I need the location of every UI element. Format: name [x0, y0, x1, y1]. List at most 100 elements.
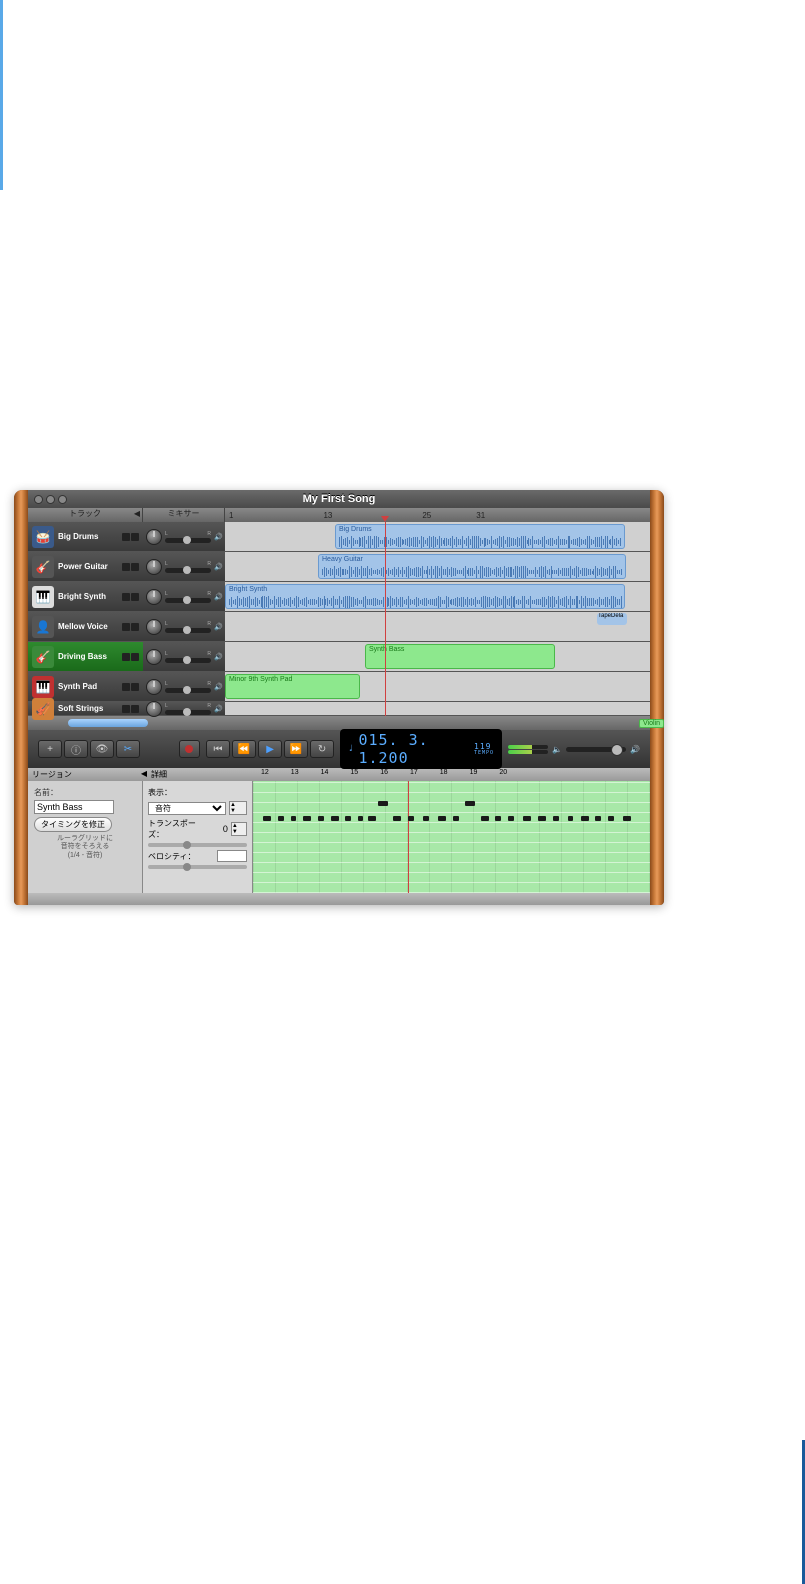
pan-knob[interactable]	[146, 559, 162, 575]
editor-scrollbar[interactable]	[28, 893, 650, 905]
velocity-value[interactable]	[217, 850, 247, 862]
track-row[interactable]: 🎹 Synth Pad LR 🔊 Minor 9th Synth Pad	[28, 672, 650, 702]
record-button[interactable]	[179, 740, 200, 758]
track-timeline[interactable]: Synth Bass	[225, 642, 650, 671]
collapse-tracks-icon[interactable]: ◀	[134, 509, 140, 518]
midi-note[interactable]	[623, 816, 631, 821]
piano-roll[interactable]	[253, 781, 650, 893]
track-timeline[interactable]: Bright Synth	[225, 582, 650, 611]
scroll-thumb[interactable]	[68, 719, 148, 727]
detail-tab[interactable]: 詳細	[147, 769, 257, 780]
track-header[interactable]: 🎹 Synth Pad	[28, 672, 143, 701]
mute-button[interactable]	[122, 533, 130, 541]
track-timeline[interactable]: Big Drums	[225, 522, 650, 551]
midi-note[interactable]	[263, 816, 271, 821]
solo-button[interactable]	[131, 683, 139, 691]
fast-forward-button[interactable]: ⏩	[284, 740, 308, 758]
pan-knob[interactable]	[146, 701, 162, 717]
audio-region[interactable]: Bright Synth	[225, 584, 625, 609]
minimize-button[interactable]	[46, 495, 55, 504]
solo-button[interactable]	[131, 653, 139, 661]
midi-note[interactable]	[538, 816, 546, 821]
cycle-button[interactable]: ↻	[310, 740, 334, 758]
track-row[interactable]: 🎻 Soft Strings LR 🔊	[28, 702, 650, 716]
midi-note[interactable]	[523, 816, 531, 821]
editor-playhead[interactable]	[408, 781, 409, 893]
lcd-display[interactable]: ♩ 015. 3. 1.200 119 TEMPO	[340, 729, 502, 769]
midi-note[interactable]	[581, 816, 589, 821]
midi-note[interactable]	[553, 816, 559, 821]
play-button[interactable]: ▶	[258, 740, 282, 758]
midi-note[interactable]	[508, 816, 514, 821]
piano-roll-ruler[interactable]: 1213 1415 1617 1819 20	[257, 769, 646, 780]
track-info-button[interactable]: ⓘ	[64, 740, 88, 758]
midi-region[interactable]: Synth Bass	[365, 644, 555, 669]
close-button[interactable]	[34, 495, 43, 504]
midi-note[interactable]	[595, 816, 601, 821]
track-row[interactable]: 🥁 Big Drums LR 🔊 Big Drums	[28, 522, 650, 552]
pan-knob[interactable]	[146, 529, 162, 545]
midi-note[interactable]	[568, 816, 573, 821]
master-volume-slider[interactable]	[566, 747, 626, 752]
pan-knob[interactable]	[146, 619, 162, 635]
mute-button[interactable]	[122, 623, 130, 631]
midi-note[interactable]	[345, 816, 351, 821]
midi-note[interactable]	[331, 816, 339, 821]
mute-button[interactable]	[122, 593, 130, 601]
track-header[interactable]: 🎹 Bright Synth	[28, 582, 143, 611]
track-row[interactable]: 🎸 Driving Bass LR 🔊 Synth Bass	[28, 642, 650, 672]
midi-note[interactable]	[481, 816, 489, 821]
midi-note[interactable]	[291, 816, 296, 821]
mute-button[interactable]	[122, 683, 130, 691]
solo-button[interactable]	[131, 533, 139, 541]
mute-button[interactable]	[122, 563, 130, 571]
track-timeline[interactable]: TapeDela	[225, 612, 650, 641]
audio-region[interactable]: Big Drums	[335, 524, 625, 549]
track-timeline[interactable]	[225, 702, 650, 715]
titlebar[interactable]: My First Song	[28, 490, 650, 508]
pan-knob[interactable]	[146, 589, 162, 605]
track-header[interactable]: 🎸 Power Guitar	[28, 552, 143, 581]
track-header[interactable]: 🥁 Big Drums	[28, 522, 143, 551]
midi-note[interactable]	[393, 816, 401, 821]
midi-note[interactable]	[378, 801, 388, 806]
volume-slider[interactable]	[165, 658, 211, 663]
horizontal-scrollbar[interactable]: Violin	[28, 716, 650, 730]
add-track-button[interactable]: +	[38, 740, 62, 758]
volume-slider[interactable]	[165, 598, 211, 603]
go-to-start-button[interactable]: ⏮	[206, 740, 230, 758]
rewind-button[interactable]: ⏪	[232, 740, 256, 758]
track-row[interactable]: 🎸 Power Guitar LR 🔊 Heavy Guitar	[28, 552, 650, 582]
midi-region[interactable]: Minor 9th Synth Pad	[225, 674, 360, 699]
midi-note[interactable]	[453, 816, 459, 821]
midi-note[interactable]	[368, 816, 376, 821]
track-row[interactable]: 👤 Mellow Voice LR 🔊 TapeDela	[28, 612, 650, 642]
timeline-ruler[interactable]: 1 13 25 31	[225, 508, 650, 522]
midi-note[interactable]	[318, 816, 324, 821]
solo-button[interactable]	[131, 705, 139, 713]
volume-slider[interactable]	[165, 538, 211, 543]
editor-button[interactable]: ✂	[116, 740, 140, 758]
solo-button[interactable]	[131, 623, 139, 631]
pan-knob[interactable]	[146, 649, 162, 665]
track-header[interactable]: 🎻 Soft Strings	[28, 702, 143, 715]
midi-note[interactable]	[278, 816, 284, 821]
tape-region[interactable]: TapeDela	[597, 613, 627, 625]
fix-timing-button[interactable]: タイミングを修正	[34, 817, 112, 832]
velocity-slider[interactable]	[148, 865, 247, 869]
pan-knob[interactable]	[146, 679, 162, 695]
midi-note[interactable]	[495, 816, 501, 821]
mute-button[interactable]	[122, 653, 130, 661]
track-timeline[interactable]: Heavy Guitar	[225, 552, 650, 581]
solo-button[interactable]	[131, 593, 139, 601]
midi-note[interactable]	[608, 816, 614, 821]
zoom-button[interactable]	[58, 495, 67, 504]
volume-slider[interactable]	[165, 628, 211, 633]
midi-note[interactable]	[465, 801, 475, 806]
display-select[interactable]: 音符	[148, 802, 226, 815]
region-name-input[interactable]	[34, 800, 114, 814]
region-tab[interactable]: リージョン ◀	[32, 769, 147, 780]
solo-button[interactable]	[131, 563, 139, 571]
midi-note[interactable]	[438, 816, 446, 821]
midi-note[interactable]	[358, 816, 363, 821]
